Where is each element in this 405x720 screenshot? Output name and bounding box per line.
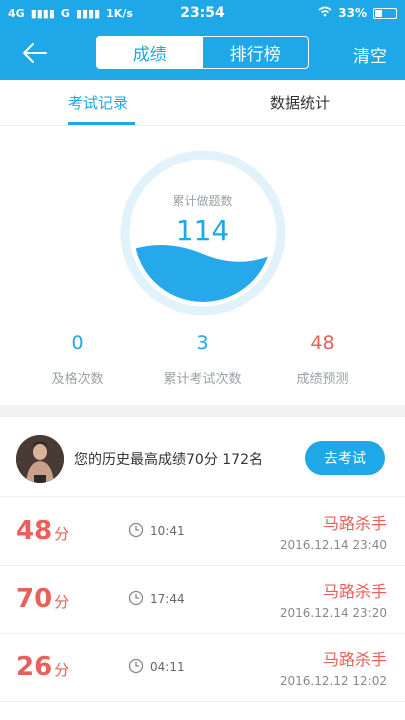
clock-icon [128, 522, 144, 538]
battery-percent: 33% [338, 6, 367, 20]
record-duration: 17:44 [150, 592, 185, 606]
record-date: 2016.12.14 23:20 [279, 606, 387, 620]
avatar [16, 435, 64, 483]
record-title: 马路杀手 [322, 514, 387, 533]
tab-scores[interactable]: 成绩 [97, 37, 203, 68]
stat-score-prediction: 48 成绩预测 [255, 332, 390, 387]
stat-value: 0 [71, 332, 84, 354]
list-item[interactable]: 26 分 04:11 马路杀手 2016.12.12 12:02 [0, 634, 405, 702]
list-item[interactable]: 70 分 17:44 马路杀手 2016.12.14 23:20 [0, 566, 405, 634]
tab-ranking[interactable]: 排行榜 [203, 37, 309, 68]
network-type: 4G [8, 6, 25, 20]
battery-icon [373, 7, 397, 19]
section-divider [0, 405, 405, 417]
record-title: 马路杀手 [322, 582, 387, 601]
record-date: 2016.12.14 23:40 [279, 538, 387, 552]
stat-label: 累计考试次数 [163, 372, 242, 387]
stat-value: 48 [310, 332, 335, 354]
status-bar: 4G ▮▮▮▮ G ▮▮▮▮ 1K/s 23:54 33% [0, 0, 405, 26]
record-score: 26 分 [16, 652, 70, 682]
record-score: 48 分 [16, 516, 70, 546]
signal-icon: ▮▮▮▮ [75, 6, 101, 20]
clear-button[interactable]: 清空 [353, 42, 387, 67]
tab-statistics[interactable]: 数据统计 [270, 92, 330, 113]
tab-exam-records[interactable]: 考试记录 [68, 92, 128, 113]
stat-pass-count: 0 及格次数 [10, 332, 145, 387]
gauge-value: 114 [175, 214, 230, 247]
net-speed: 1K/s [106, 6, 133, 20]
best-score-text: 您的历史最高成绩70分 172名 [74, 452, 263, 468]
best-score-card: 您的历史最高成绩70分 172名 去考试 [0, 417, 405, 497]
app-bar: 成绩 排行榜 清空 [0, 26, 405, 80]
stat-label: 及格次数 [51, 372, 104, 387]
stat-value: 3 [196, 332, 209, 354]
segment-control: 成绩 排行榜 [96, 36, 309, 69]
record-score: 70 分 [16, 584, 70, 614]
gauge-label: 累计做题数 [172, 194, 233, 208]
take-exam-button[interactable]: 去考试 [305, 441, 385, 475]
record-date: 2016.12.12 12:02 [279, 674, 387, 688]
record-title: 马路杀手 [322, 650, 387, 669]
stat-label: 成绩预测 [296, 372, 349, 387]
clock-icon [128, 590, 144, 606]
record-duration: 10:41 [150, 524, 185, 538]
list-item[interactable]: 48 分 10:41 马路杀手 2016.12.14 23:40 [0, 498, 405, 566]
record-duration: 04:11 [150, 660, 185, 674]
carrier-label: G [60, 6, 70, 20]
back-button[interactable] [18, 36, 52, 70]
tab-indicator [68, 122, 135, 125]
signal-icon: ▮▮▮▮ [30, 6, 55, 20]
stat-exam-count: 3 累计考试次数 [135, 332, 270, 387]
clock-icon [128, 658, 144, 674]
arrow-left-icon [23, 43, 47, 63]
wifi-icon [318, 6, 332, 20]
sub-tabs: 考试记录 数据统计 [0, 80, 405, 126]
